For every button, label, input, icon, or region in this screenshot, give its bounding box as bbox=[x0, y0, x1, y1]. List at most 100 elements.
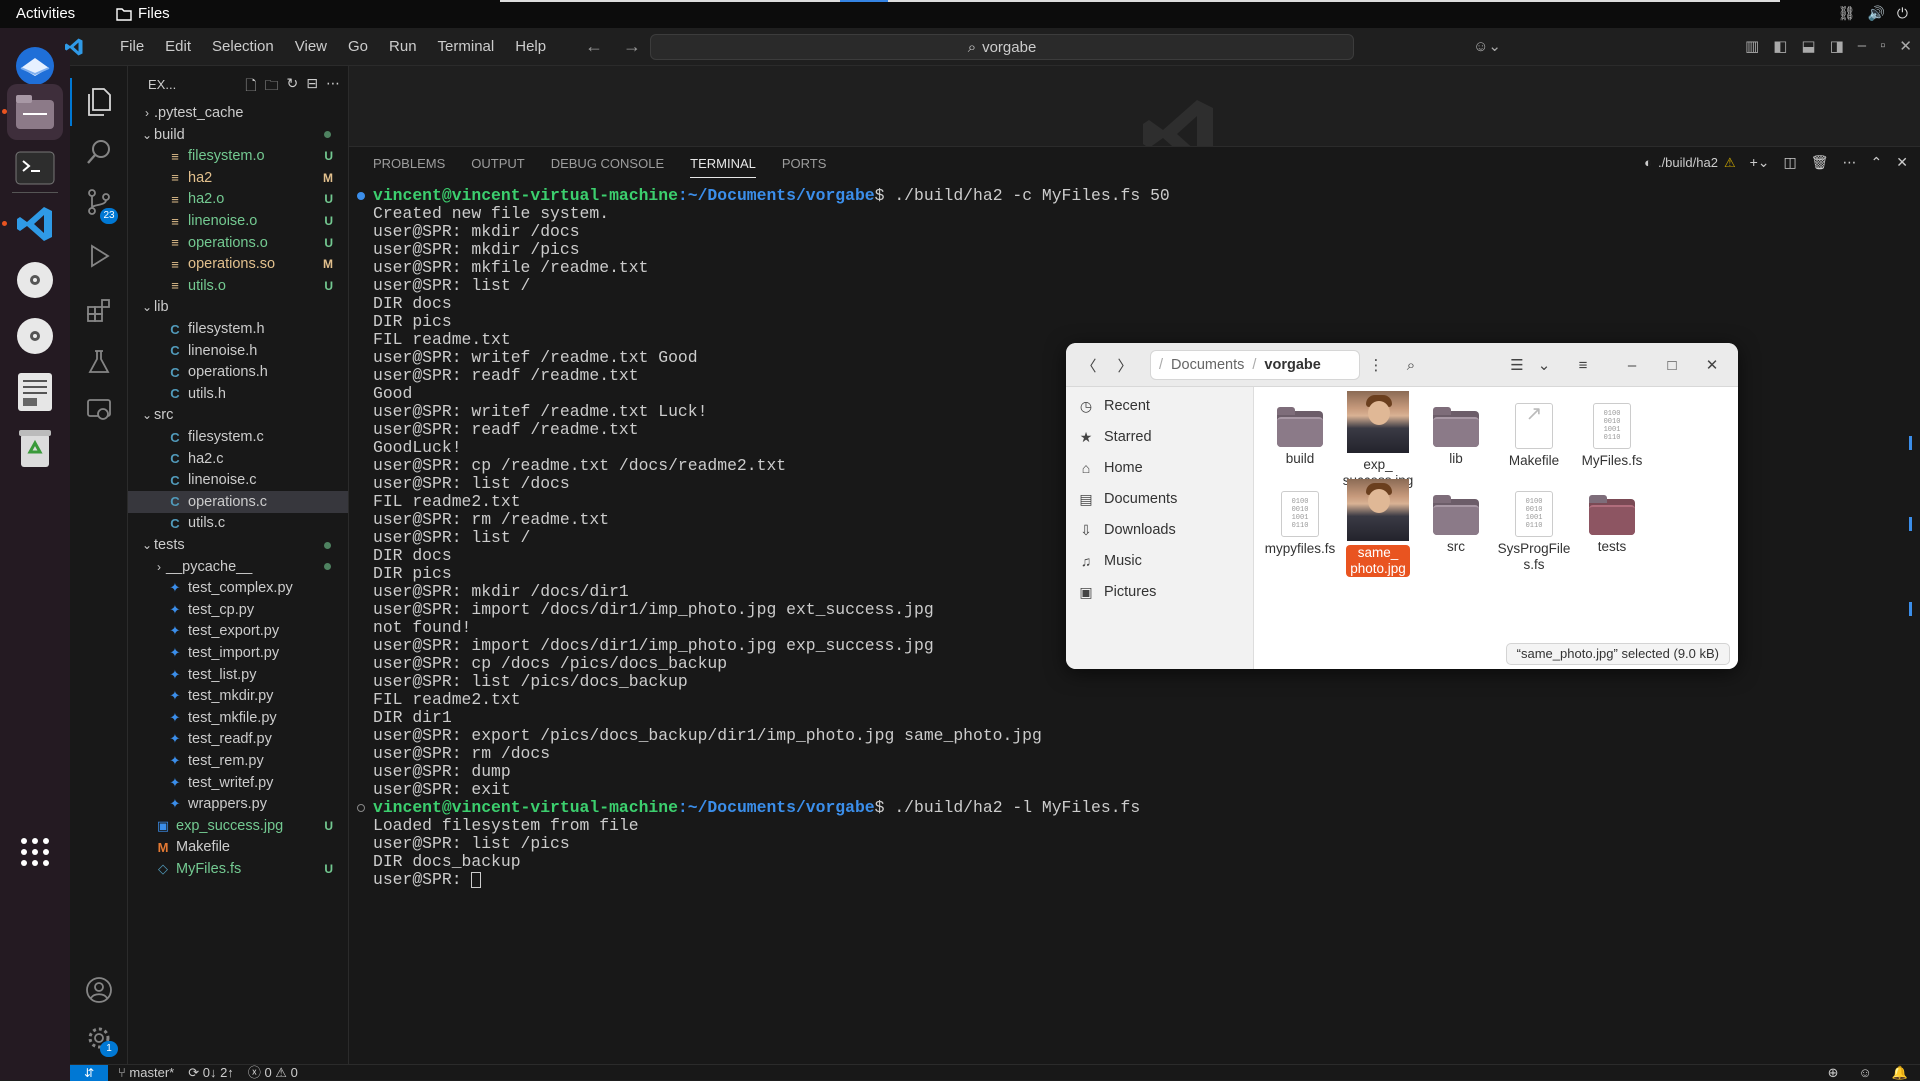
file-item[interactable]: build bbox=[1258, 391, 1342, 467]
tree-folder[interactable]: ⌄ lib bbox=[128, 296, 348, 318]
text-editor-launcher[interactable] bbox=[7, 364, 63, 420]
copilot-status-icon[interactable]: ☺ bbox=[1859, 1065, 1872, 1081]
tree-file[interactable]: ✦ test_writef.py bbox=[128, 772, 348, 794]
menu-help[interactable]: Help bbox=[515, 38, 546, 55]
tab-output[interactable]: OUTPUT bbox=[471, 156, 524, 178]
terminal-launcher[interactable] bbox=[7, 140, 63, 196]
file-item[interactable]: tests bbox=[1570, 479, 1654, 555]
place-home[interactable]: ⌂ Home bbox=[1078, 456, 1143, 480]
tree-file[interactable]: Cha2.c bbox=[128, 448, 348, 470]
maximize-panel-icon[interactable]: ⌃ bbox=[1871, 154, 1883, 171]
maximize-icon[interactable]: ▫ bbox=[1880, 37, 1885, 55]
tree-file[interactable]: ✦ test_complex.py bbox=[128, 577, 348, 599]
back-button[interactable]: 〈 bbox=[1072, 350, 1106, 380]
menu-edit[interactable]: Edit bbox=[165, 38, 191, 55]
tree-file[interactable]: ✦ test_readf.py bbox=[128, 728, 348, 750]
search-button[interactable]: ⌕ bbox=[1396, 350, 1426, 380]
tree-file[interactable]: Cutils.h bbox=[128, 383, 348, 405]
run-debug-view-button[interactable] bbox=[81, 238, 117, 274]
tree-file[interactable]: ✦ test_mkdir.py bbox=[128, 685, 348, 707]
remote-explorer-view-button[interactable] bbox=[81, 392, 117, 428]
tree-file[interactable]: ✦ test_list.py bbox=[128, 664, 348, 686]
testing-view-button[interactable] bbox=[81, 344, 117, 380]
copilot-icon[interactable]: ☺⌄ bbox=[1473, 37, 1501, 55]
forward-button[interactable]: 〉 bbox=[1108, 350, 1142, 380]
split-terminal-icon[interactable]: ◫ bbox=[1784, 154, 1797, 171]
file-item[interactable]: lib bbox=[1414, 391, 1498, 467]
tree-file[interactable]: ✦ wrappers.py bbox=[128, 793, 348, 815]
view-options-button[interactable]: ⌄ bbox=[1532, 350, 1556, 380]
tab-problems[interactable]: PROBLEMS bbox=[373, 156, 445, 178]
place-music[interactable]: ♫ Music bbox=[1078, 549, 1142, 573]
path-menu-button[interactable]: ⋮ bbox=[1362, 350, 1390, 380]
path-segment-documents[interactable]: Documents bbox=[1171, 357, 1244, 373]
menu-run[interactable]: Run bbox=[389, 38, 417, 55]
tree-file[interactable]: ✦ test_export.py bbox=[128, 620, 348, 642]
notifications-icon[interactable]: 🔔 bbox=[1892, 1065, 1908, 1081]
focused-app-menu[interactable]: Files bbox=[116, 5, 170, 22]
search-view-button[interactable] bbox=[81, 134, 117, 170]
files-launcher[interactable] bbox=[7, 84, 63, 140]
close-button[interactable]: ✕ bbox=[1700, 350, 1724, 380]
extensions-view-button[interactable] bbox=[81, 292, 117, 328]
minimize-icon[interactable]: – bbox=[1858, 37, 1866, 55]
tree-file[interactable]: Coperations.c bbox=[128, 490, 348, 513]
main-menu-button[interactable]: ≡ bbox=[1568, 350, 1598, 380]
new-file-icon[interactable]: 🗋 bbox=[245, 75, 256, 99]
menu-file[interactable]: File bbox=[120, 38, 144, 55]
kill-terminal-icon[interactable]: 🗑 bbox=[1811, 154, 1829, 171]
disc-launcher[interactable] bbox=[7, 252, 63, 308]
show-apps-button[interactable] bbox=[7, 824, 63, 880]
accounts-button[interactable] bbox=[81, 972, 117, 1008]
view-toggle-button[interactable]: ☰ bbox=[1502, 350, 1532, 380]
tree-file[interactable]: Coperations.h bbox=[128, 361, 348, 383]
menu-go[interactable]: Go bbox=[348, 38, 368, 55]
tree-file[interactable]: Clinenoise.c bbox=[128, 469, 348, 491]
more-actions-icon[interactable]: ⋯ bbox=[326, 75, 340, 99]
tree-file[interactable]: Clinenoise.h bbox=[128, 340, 348, 362]
tree-file[interactable]: Cfilesystem.h bbox=[128, 318, 348, 340]
collapse-all-icon[interactable]: ⊟ bbox=[306, 75, 318, 99]
path-segment-vorgabe[interactable]: vorgabe bbox=[1264, 357, 1320, 373]
refresh-icon[interactable]: ↻ bbox=[287, 75, 299, 99]
back-arrow-icon[interactable]: ← bbox=[585, 36, 603, 57]
zoom-icon[interactable]: ⊕ bbox=[1828, 1065, 1839, 1081]
menu-view[interactable]: View bbox=[295, 38, 327, 55]
tab-terminal[interactable]: TERMINAL bbox=[690, 156, 756, 178]
tree-file[interactable]: ≡ operations.so M bbox=[128, 253, 348, 275]
path-bar[interactable]: / Documents / vorgabe bbox=[1150, 350, 1360, 380]
toggle-sidebar-icon[interactable]: ◧ bbox=[1773, 37, 1787, 55]
tree-file[interactable]: ≡ ha2.o U bbox=[128, 188, 348, 210]
tree-file[interactable]: ≡ ha2 M bbox=[128, 167, 348, 189]
tree-file[interactable]: M Makefile bbox=[128, 836, 348, 858]
command-decoration[interactable] bbox=[357, 192, 365, 200]
tree-folder[interactable]: › .pytest_cache bbox=[128, 102, 348, 124]
more-actions-icon[interactable]: ⋯ bbox=[1843, 154, 1857, 171]
file-item[interactable]: same_ photo.jpg bbox=[1336, 479, 1420, 577]
tab-ports[interactable]: PORTS bbox=[782, 156, 827, 178]
toggle-secondary-sidebar-icon[interactable]: ◨ bbox=[1830, 37, 1844, 55]
explorer-view-button[interactable] bbox=[81, 84, 117, 120]
vscode-launcher[interactable] bbox=[7, 196, 63, 252]
place-starred[interactable]: ★ Starred bbox=[1078, 425, 1152, 449]
command-decoration[interactable] bbox=[357, 804, 365, 812]
file-item[interactable]: 0100 0010 1001 0110 mypyfiles.fs bbox=[1258, 479, 1342, 557]
close-window-icon[interactable]: ✕ bbox=[1899, 37, 1912, 55]
tree-file[interactable]: ▣ exp_success.jpg U bbox=[128, 815, 348, 837]
toggle-panel-icon[interactable]: ⬓ bbox=[1801, 37, 1815, 55]
tree-file[interactable]: ≡ filesystem.o U bbox=[128, 145, 348, 167]
forward-arrow-icon[interactable]: → bbox=[623, 36, 641, 57]
disc-launcher[interactable] bbox=[7, 308, 63, 364]
tree-file[interactable]: ✦ test_import.py bbox=[128, 642, 348, 664]
trash-launcher[interactable] bbox=[7, 420, 63, 476]
git-sync[interactable]: ⟳ 0↓ 2↑ bbox=[188, 1065, 234, 1081]
command-center-search[interactable]: ⌕ vorgabe bbox=[650, 34, 1354, 60]
close-panel-icon[interactable]: ✕ bbox=[1896, 154, 1908, 171]
system-status-area[interactable]: ⛓ 🔊 ⏻ bbox=[1838, 5, 1908, 22]
customize-layout-icon[interactable]: ▥ bbox=[1745, 37, 1759, 55]
tree-folder[interactable]: ⌄ src bbox=[128, 404, 348, 426]
file-item[interactable]: src bbox=[1414, 479, 1498, 555]
place-downloads[interactable]: ⇩ Downloads bbox=[1078, 518, 1176, 542]
file-item[interactable]: exp_ success.jpg bbox=[1336, 391, 1420, 489]
tree-file[interactable]: Cfilesystem.c bbox=[128, 426, 348, 448]
